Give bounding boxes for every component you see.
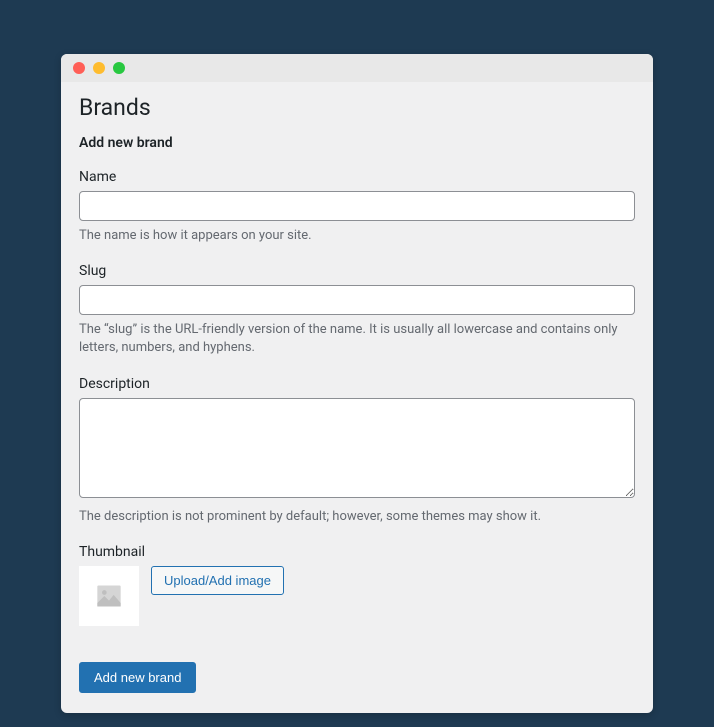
description-label: Description [79, 376, 635, 392]
name-label: Name [79, 169, 635, 185]
minimize-icon[interactable] [93, 62, 105, 74]
window-titlebar [61, 54, 653, 82]
name-help: The name is how it appears on your site. [79, 227, 635, 245]
slug-help: The “slug” is the URL-friendly version o… [79, 321, 635, 357]
thumbnail-label: Thumbnail [79, 544, 635, 560]
page-title: Brands [79, 94, 635, 121]
close-icon[interactable] [73, 62, 85, 74]
description-help: The description is not prominent by defa… [79, 508, 635, 526]
field-name: Name The name is how it appears on your … [79, 169, 635, 245]
description-input[interactable] [79, 398, 635, 498]
upload-image-button[interactable]: Upload/Add image [151, 566, 284, 595]
page-subtitle: Add new brand [79, 135, 635, 151]
slug-label: Slug [79, 263, 635, 279]
field-slug: Slug The “slug” is the URL-friendly vers… [79, 263, 635, 357]
content-area: Brands Add new brand Name The name is ho… [61, 82, 653, 713]
app-window: Brands Add new brand Name The name is ho… [61, 54, 653, 713]
field-description: Description The description is not promi… [79, 376, 635, 526]
thumbnail-placeholder-icon [79, 566, 139, 626]
slug-input[interactable] [79, 285, 635, 315]
name-input[interactable] [79, 191, 635, 221]
maximize-icon[interactable] [113, 62, 125, 74]
add-brand-button[interactable]: Add new brand [79, 662, 196, 693]
field-thumbnail: Thumbnail Upload/Add image [79, 544, 635, 626]
